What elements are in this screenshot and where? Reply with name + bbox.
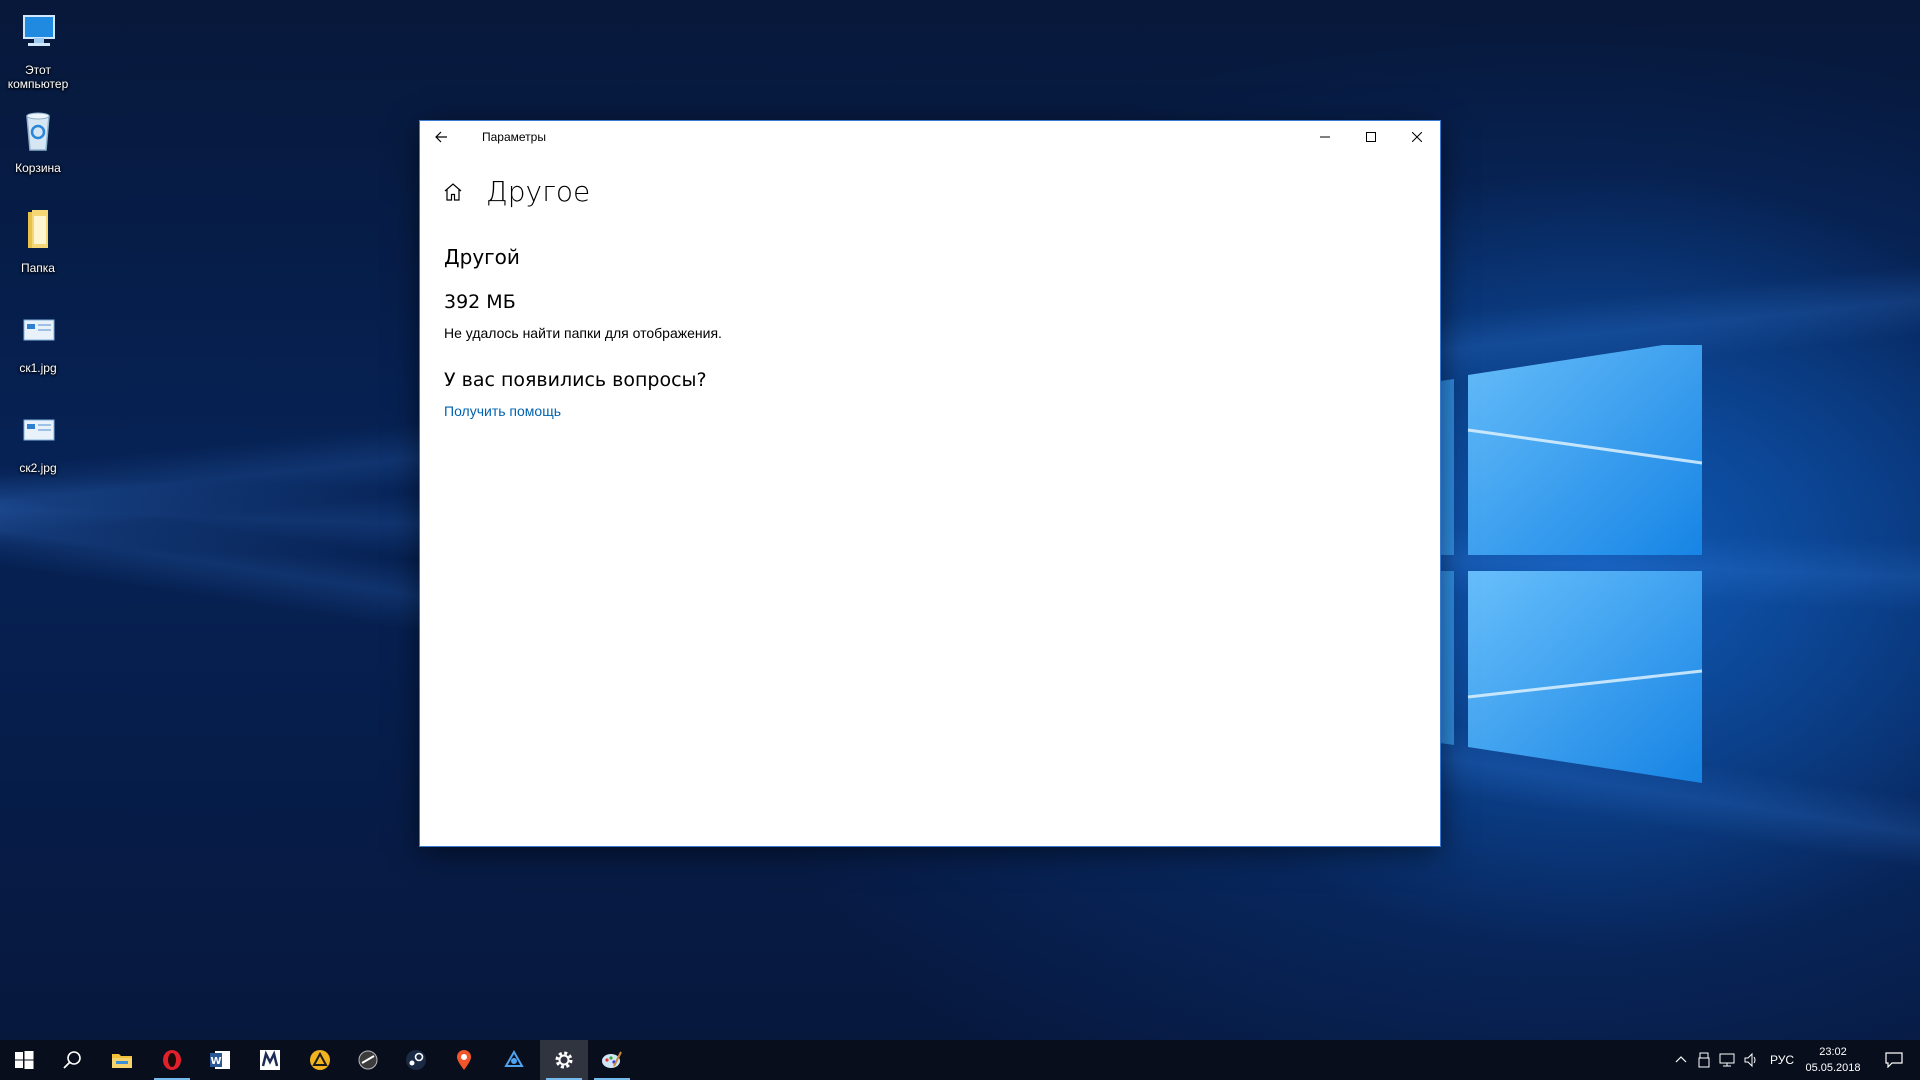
taskbar-app-dark[interactable] <box>344 1040 392 1080</box>
taskbar-map-pin[interactable] <box>440 1040 488 1080</box>
taskbar-file-explorer[interactable] <box>98 1040 146 1080</box>
taskbar-app-blue[interactable] <box>490 1040 538 1080</box>
section-title: Другой <box>444 245 520 269</box>
language-indicator[interactable]: РУС <box>1770 1053 1794 1067</box>
maximize-icon <box>1366 132 1376 142</box>
maximize-button[interactable] <box>1348 121 1394 153</box>
back-button[interactable] <box>432 127 452 147</box>
tray-usb[interactable] <box>1694 1040 1714 1080</box>
app-triangle-icon <box>310 1050 330 1070</box>
map-pin-icon <box>457 1050 471 1070</box>
app-blue-icon <box>504 1049 524 1067</box>
questions-heading: У вас появились вопросы? <box>444 369 707 391</box>
minimize-button[interactable] <box>1302 121 1348 153</box>
window-title: Параметры <box>482 130 546 144</box>
page-title: Другое <box>486 175 591 208</box>
desktop-icon-folder[interactable]: Папка <box>0 206 76 275</box>
computer-icon <box>23 15 55 46</box>
svg-text:W: W <box>210 1056 221 1067</box>
settings-window: Параметры Другое Другой 392 МБ Не удалос… <box>420 121 1440 846</box>
taskbar-opera[interactable] <box>148 1040 196 1080</box>
close-icon <box>1412 132 1422 142</box>
notifications-icon <box>1885 1052 1903 1068</box>
desktop-icon-this-pc[interactable]: Этот компьютер <box>0 8 76 91</box>
settings-gear-icon <box>555 1051 573 1069</box>
windows-logo-light <box>1440 345 1703 783</box>
no-folders-message: Не удалось найти папки для отображения. <box>444 325 722 341</box>
desktop-icon-recycle-bin[interactable]: Корзина <box>0 106 76 175</box>
steam-icon <box>406 1050 426 1070</box>
folder-icon <box>28 210 48 248</box>
search-icon <box>63 1051 81 1069</box>
close-button[interactable] <box>1394 121 1440 153</box>
windows-start-icon <box>15 1051 34 1069</box>
clock[interactable]: 23:02 05.05.2018 <box>1803 1044 1863 1076</box>
paint-icon <box>602 1051 622 1068</box>
taskbar-app-m[interactable] <box>246 1040 294 1080</box>
minimize-icon <box>1320 136 1330 138</box>
desktop-icon-label: Этот компьютер <box>7 63 69 91</box>
window-titlebar[interactable]: Параметры <box>420 121 1440 153</box>
desktop-icon-label: ск1.jpg <box>19 361 57 375</box>
desktop-icon-label: ск2.jpg <box>19 461 57 475</box>
start-button[interactable] <box>0 1040 48 1080</box>
get-help-link[interactable]: Получить помощь <box>444 403 561 419</box>
chevron-up-icon <box>1675 1056 1687 1063</box>
taskbar-word[interactable]: W <box>196 1040 244 1080</box>
taskbar-steam[interactable] <box>392 1040 440 1080</box>
image-file-icon <box>23 419 55 441</box>
file-explorer-icon <box>112 1054 132 1068</box>
tray-show-hidden[interactable] <box>1670 1040 1692 1080</box>
back-arrow-icon <box>435 131 447 143</box>
network-icon <box>1719 1053 1735 1067</box>
home-icon <box>444 183 462 201</box>
desktop-icon-label: Папка <box>21 261 55 275</box>
image-file-icon <box>23 319 55 341</box>
desktop-icon-image-1[interactable]: ск1.jpg <box>0 306 76 375</box>
clock-time: 23:02 <box>1819 1046 1847 1058</box>
recycle-bin-icon <box>26 112 50 151</box>
volume-icon <box>1744 1052 1756 1068</box>
opera-icon <box>163 1050 181 1070</box>
app-m-icon <box>260 1050 280 1070</box>
storage-size-value: 392 МБ <box>444 291 516 313</box>
desktop-icon-image-2[interactable]: ск2.jpg <box>0 406 76 475</box>
clock-date: 05.05.2018 <box>1805 1062 1861 1074</box>
taskbar: W РУС 23:02 05.05.2018 <box>0 1040 1920 1080</box>
taskbar-settings[interactable] <box>540 1040 588 1080</box>
taskbar-paint[interactable] <box>588 1040 636 1080</box>
taskbar-app-triangle[interactable] <box>296 1040 344 1080</box>
home-button[interactable] <box>442 181 464 203</box>
tray-network[interactable] <box>1716 1040 1738 1080</box>
desktop-icon-label: Корзина <box>15 161 61 175</box>
usb-device-icon <box>1698 1052 1710 1068</box>
action-center-button[interactable] <box>1872 1040 1916 1080</box>
word-icon: W <box>210 1051 230 1069</box>
tray-volume[interactable] <box>1740 1040 1762 1080</box>
app-dark-icon <box>358 1050 378 1070</box>
taskbar-search-button[interactable] <box>48 1040 96 1080</box>
